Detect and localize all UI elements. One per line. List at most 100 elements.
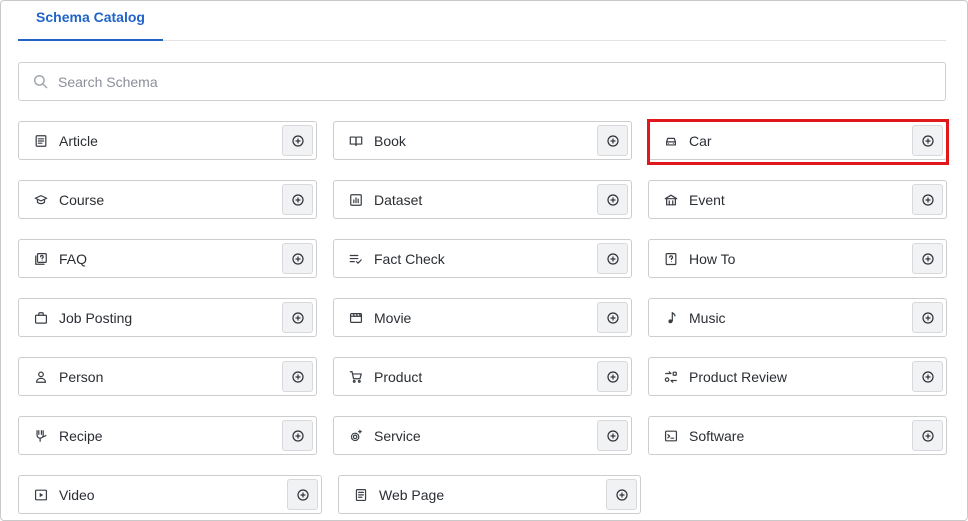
schema-card-faq[interactable]: FAQ <box>18 239 317 278</box>
plus-circle-icon <box>291 252 304 265</box>
schema-card-label: Movie <box>374 309 412 326</box>
schema-card-label: Recipe <box>59 427 103 444</box>
schema-card-label: Car <box>689 132 712 149</box>
schema-card-dataset[interactable]: Dataset <box>333 180 632 219</box>
schema-card-video[interactable]: Video <box>18 475 322 514</box>
faq-icon <box>33 251 49 267</box>
schema-card-label: Product Review <box>689 368 788 385</box>
plus-circle-icon <box>291 193 304 206</box>
add-car-button[interactable] <box>912 125 943 156</box>
plus-circle-icon <box>291 429 304 442</box>
add-product-review-button[interactable] <box>912 361 943 392</box>
plus-circle-icon <box>921 193 934 206</box>
schema-card-music[interactable]: Music <box>648 298 947 337</box>
graduation-cap-icon <box>33 192 49 208</box>
schema-card-label: Video <box>59 486 95 503</box>
person-icon <box>33 369 49 385</box>
schema-card-label: Fact Check <box>374 250 445 267</box>
plus-circle-icon <box>615 488 628 501</box>
plus-circle-icon <box>921 134 934 147</box>
schema-card-fact-check[interactable]: Fact Check <box>333 239 632 278</box>
schema-card-event[interactable]: Event <box>648 180 947 219</box>
schema-card-label: Dataset <box>374 191 423 208</box>
add-music-button[interactable] <box>912 302 943 333</box>
schema-card-label: Person <box>59 368 104 385</box>
building-icon <box>663 192 679 208</box>
schema-card-label: Product <box>374 368 423 385</box>
add-course-button[interactable] <box>282 184 313 215</box>
add-video-button[interactable] <box>287 479 318 510</box>
car-icon <box>663 133 679 149</box>
plus-circle-icon <box>921 252 934 265</box>
schema-card-article[interactable]: Article <box>18 121 317 160</box>
schema-card-label: Service <box>374 427 421 444</box>
review-icon <box>663 369 679 385</box>
schema-card-label: Software <box>689 427 745 444</box>
tab-schema-catalog[interactable]: Schema Catalog <box>18 0 163 41</box>
schema-card-label: How To <box>689 250 736 267</box>
plus-circle-icon <box>606 370 619 383</box>
add-fact-check-button[interactable] <box>597 243 628 274</box>
add-movie-button[interactable] <box>597 302 628 333</box>
add-service-button[interactable] <box>597 420 628 451</box>
terminal-icon <box>663 428 679 444</box>
plus-circle-icon <box>291 134 304 147</box>
schema-card-service[interactable]: Service <box>333 416 632 455</box>
schema-card-web-page[interactable]: Web Page <box>338 475 641 514</box>
schema-card-label: Article <box>59 132 98 149</box>
plus-circle-icon <box>606 311 619 324</box>
add-book-button[interactable] <box>597 125 628 156</box>
plus-circle-icon <box>606 252 619 265</box>
add-recipe-button[interactable] <box>282 420 313 451</box>
add-software-button[interactable] <box>912 420 943 451</box>
schema-card-recipe[interactable]: Recipe <box>18 416 317 455</box>
add-job-posting-button[interactable] <box>282 302 313 333</box>
schema-card-label: Event <box>689 191 725 208</box>
schema-card-product-review[interactable]: Product Review <box>648 357 947 396</box>
plus-circle-icon <box>291 370 304 383</box>
question-box-icon <box>663 251 679 267</box>
briefcase-icon <box>33 310 49 326</box>
schema-card-movie[interactable]: Movie <box>333 298 632 337</box>
recipe-icon <box>33 428 49 444</box>
schema-card-car[interactable]: Car <box>648 121 947 160</box>
play-box-icon <box>33 487 49 503</box>
schema-card-label: Job Posting <box>59 309 133 326</box>
plus-circle-icon <box>921 429 934 442</box>
schema-card-how-to[interactable]: How To <box>648 239 947 278</box>
schema-card-label: Book <box>374 132 406 149</box>
plus-circle-icon <box>606 193 619 206</box>
chart-box-icon <box>348 192 364 208</box>
plus-circle-icon <box>606 134 619 147</box>
schema-card-product[interactable]: Product <box>333 357 632 396</box>
schema-card-software[interactable]: Software <box>648 416 947 455</box>
checklist-icon <box>348 251 364 267</box>
search-box <box>18 62 946 101</box>
schema-card-person[interactable]: Person <box>18 357 317 396</box>
music-note-icon <box>663 310 679 326</box>
search-icon <box>33 74 48 89</box>
tab-bar: Schema Catalog <box>18 0 946 41</box>
add-web-page-button[interactable] <box>606 479 637 510</box>
add-product-button[interactable] <box>597 361 628 392</box>
schema-card-book[interactable]: Book <box>333 121 632 160</box>
search-input[interactable] <box>58 63 945 100</box>
schema-card-job-posting[interactable]: Job Posting <box>18 298 317 337</box>
film-icon <box>348 310 364 326</box>
add-person-button[interactable] <box>282 361 313 392</box>
add-event-button[interactable] <box>912 184 943 215</box>
add-how-to-button[interactable] <box>912 243 943 274</box>
add-dataset-button[interactable] <box>597 184 628 215</box>
plus-circle-icon <box>296 488 309 501</box>
schema-card-label: Music <box>689 309 726 326</box>
article-icon <box>33 133 49 149</box>
schema-card-course[interactable]: Course <box>18 180 317 219</box>
schema-card-label: FAQ <box>59 250 88 267</box>
plus-circle-icon <box>291 311 304 324</box>
add-article-button[interactable] <box>282 125 313 156</box>
service-gear-icon <box>348 428 364 444</box>
book-icon <box>348 133 364 149</box>
add-faq-button[interactable] <box>282 243 313 274</box>
schema-card-label: Web Page <box>379 486 445 503</box>
cart-icon <box>348 369 364 385</box>
